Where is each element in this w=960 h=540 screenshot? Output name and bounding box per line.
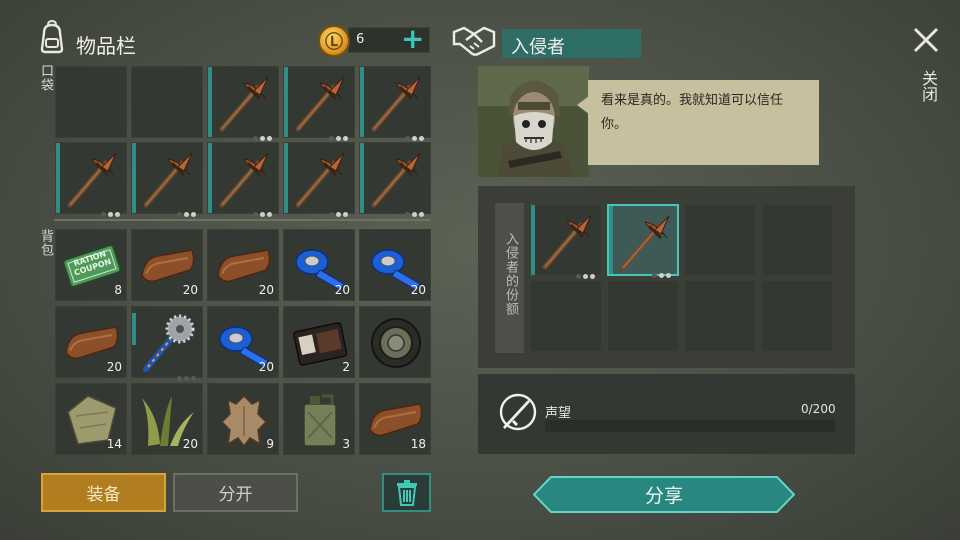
durability-dots	[574, 264, 596, 279]
empty-slot[interactable]	[530, 280, 602, 352]
durability-dots	[251, 126, 273, 141]
item-slot-leather[interactable]: 20	[207, 229, 279, 301]
split-button[interactable]: 分开	[173, 473, 298, 512]
item-quantity: 8	[114, 283, 122, 297]
item-quantity: 20	[182, 283, 198, 297]
item-slot-pickaxe[interactable]	[283, 66, 355, 141]
backpack-icon	[34, 19, 70, 55]
item-slot-pickaxe[interactable]	[530, 204, 602, 279]
npc-name: 入侵者	[511, 37, 565, 58]
item-quantity: 18	[410, 437, 426, 451]
item-quantity: 9	[266, 437, 274, 451]
item-quantity: 3	[342, 437, 350, 451]
item-slot-pickaxe[interactable]	[607, 204, 679, 278]
add-coins-button[interactable]: +	[401, 24, 424, 54]
reputation-icon	[497, 391, 539, 433]
reputation-value: 0/200	[801, 402, 836, 416]
pocket-label: 口袋	[38, 64, 53, 92]
empty-slot[interactable]	[607, 280, 679, 352]
item-slot-pickaxe[interactable]	[359, 66, 431, 141]
close-icon	[913, 27, 939, 53]
item-slot-leather[interactable]: 20	[131, 229, 203, 301]
trash-button[interactable]	[382, 473, 431, 512]
item-quantity: 20	[182, 437, 198, 451]
item-quantity: 20	[334, 283, 350, 297]
item-slot-blue-tape[interactable]: 20	[283, 229, 355, 301]
item-slot-leather[interactable]: 20	[55, 306, 127, 378]
durability-dots	[327, 126, 349, 141]
equip-button[interactable]: 装备	[41, 473, 166, 512]
durability-dots	[99, 202, 121, 217]
empty-slot[interactable]	[761, 280, 833, 352]
item-quantity: 20	[258, 360, 274, 374]
durability-dots	[650, 263, 672, 278]
item-quantity: 14	[106, 437, 122, 451]
close-label: 关闭	[919, 70, 938, 102]
coin-count: 6	[356, 32, 365, 47]
coin-icon: Ⓛ	[318, 25, 350, 57]
npc-portrait	[478, 66, 589, 177]
empty-slot[interactable]	[55, 66, 127, 138]
npc-share-label: 入侵者的份额	[503, 232, 518, 316]
item-slot-wallet[interactable]: 2	[283, 306, 355, 378]
item-slot-saw-tool[interactable]	[131, 306, 203, 381]
item-slot-pickaxe[interactable]	[131, 142, 203, 217]
empty-slot[interactable]	[131, 66, 203, 138]
empty-slot[interactable]	[684, 204, 756, 276]
durability-dots	[175, 202, 197, 217]
item-slot-pickaxe[interactable]	[359, 142, 431, 217]
item-slot-pickaxe[interactable]	[55, 142, 127, 217]
durability-dots	[403, 126, 425, 141]
item-slot-pickaxe[interactable]	[207, 142, 279, 217]
item-slot-jerrycan[interactable]: 3	[283, 383, 355, 455]
durability-dots	[327, 202, 349, 217]
item-slot-blue-tape[interactable]: 20	[359, 229, 431, 301]
item-slot-leather[interactable]: 18	[359, 383, 431, 455]
item-quantity: 20	[258, 283, 274, 297]
item-quantity: 20	[106, 360, 122, 374]
item-quantity: 20	[410, 283, 426, 297]
durability-dots	[251, 202, 273, 217]
item-quantity: 2	[342, 360, 350, 374]
item-slot-ration-coupon[interactable]: RATION COUPON 8	[55, 229, 127, 301]
durability-dots	[175, 366, 197, 381]
item-slot-cloth[interactable]: 14	[55, 383, 127, 455]
close-button[interactable]	[912, 26, 940, 54]
empty-slot[interactable]	[761, 204, 833, 276]
inventory-title: 物品栏	[76, 34, 136, 58]
npc-dialog: 看来是真的。我就知道可以信任你。	[588, 80, 819, 165]
item-slot-tire[interactable]	[359, 306, 431, 378]
durability-dots	[403, 202, 425, 217]
handshake-icon	[452, 24, 496, 58]
section-divider	[54, 219, 430, 221]
reputation-bar	[545, 420, 835, 432]
backpack-label: 背包	[38, 229, 53, 257]
item-slot-plant-fiber[interactable]: 20	[131, 383, 203, 455]
item-slot-blue-tape[interactable]: 20	[207, 306, 279, 378]
trash-icon	[396, 479, 417, 506]
reputation-label: 声望	[545, 406, 572, 421]
share-button[interactable]: 分享	[533, 476, 795, 513]
empty-slot[interactable]	[684, 280, 756, 352]
item-slot-pickaxe[interactable]	[283, 142, 355, 217]
item-slot-animal-hide[interactable]: 9	[207, 383, 279, 455]
item-slot-pickaxe[interactable]	[207, 66, 279, 141]
